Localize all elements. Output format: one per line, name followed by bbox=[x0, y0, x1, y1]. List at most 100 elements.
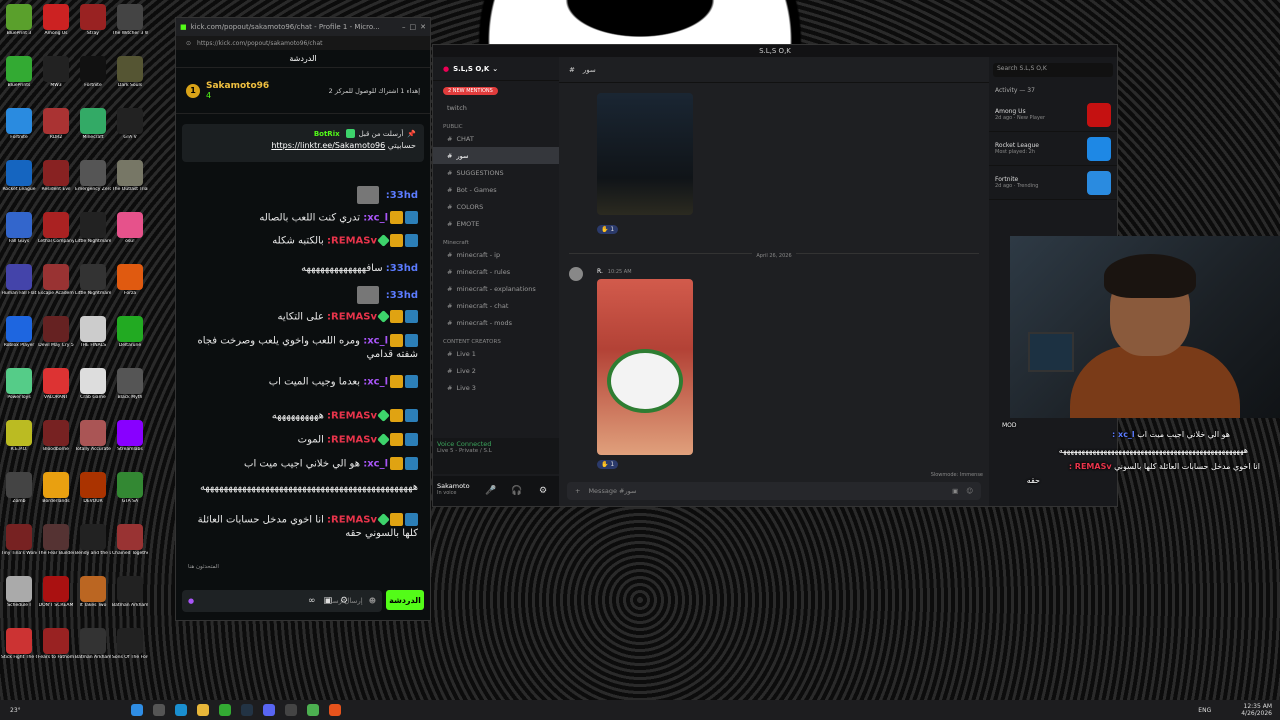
chat-username[interactable]: REMASv: bbox=[327, 312, 377, 323]
close-icon[interactable]: ✕ bbox=[420, 23, 426, 31]
channel-item[interactable]: # SUGGESTIONS bbox=[433, 164, 559, 181]
emoji-icon[interactable]: ☺ bbox=[966, 487, 973, 495]
chat-message[interactable]: هههههههههههههههههههههههههههههههههههههههه… bbox=[186, 481, 418, 494]
desktop-icon[interactable]: osu! bbox=[115, 212, 145, 244]
desktop-icon[interactable]: PowerToys bbox=[4, 368, 34, 400]
desktop-icon[interactable]: Rocket League bbox=[3, 160, 36, 192]
reaction-pill[interactable]: ✋ 1 bbox=[597, 225, 619, 234]
chat-message[interactable]: REMASv: على التكايه bbox=[186, 310, 418, 324]
chat-username[interactable]: xc_l: bbox=[363, 336, 388, 347]
category-creators[interactable]: CONTENT CREATORS bbox=[433, 331, 559, 345]
desktop-icon[interactable]: R.E.P.O. bbox=[4, 420, 34, 452]
channel-item[interactable]: # Live 3 bbox=[433, 379, 559, 396]
channel-item[interactable]: # COLORS bbox=[433, 198, 559, 215]
desktop-icon[interactable]: Streamlabs bbox=[115, 420, 145, 452]
activity-card[interactable]: Rocket League Most played: 2h bbox=[989, 132, 1117, 166]
desktop-icon[interactable]: The Outlast Trials bbox=[112, 160, 148, 192]
desktop-icon[interactable]: Human Fall Flat bbox=[2, 264, 36, 296]
channel-item[interactable]: # EMOTE bbox=[433, 215, 559, 232]
desktop-icon[interactable]: RDR2 bbox=[41, 108, 71, 140]
chat-username[interactable]: 33hd: bbox=[386, 290, 418, 301]
desktop-icon[interactable]: Batman Arkham Asylum bbox=[75, 628, 111, 660]
desktop-icon[interactable]: Zomb bbox=[4, 472, 34, 504]
desktop-icon[interactable]: Minecraft bbox=[78, 108, 108, 140]
desktop-icon[interactable]: Dark Souls bbox=[115, 56, 145, 88]
desktop-icon[interactable]: MW3 bbox=[41, 56, 71, 88]
desktop-icon[interactable]: GTA V bbox=[115, 108, 145, 140]
message-input[interactable]: + Message #سور ▣ ☺ bbox=[567, 482, 981, 500]
chat-message[interactable]: xc_l: ومره اللعب واخوي يلعب وصرخت فجاه ش… bbox=[186, 334, 418, 361]
desktop-icon[interactable]: Roblox Player bbox=[4, 316, 34, 348]
pin-link[interactable]: https://linktr.ee/Sakamoto96 bbox=[271, 141, 385, 150]
chat-message[interactable]: xc_l: بعدما وجيب الميت اب bbox=[186, 375, 418, 389]
clock-date[interactable]: 4/26/2026 bbox=[1241, 710, 1272, 717]
image-attachment-cake[interactable] bbox=[597, 279, 693, 455]
channel-item[interactable]: # CHAT bbox=[433, 130, 559, 147]
desktop-icon[interactable]: Emergency Zero bbox=[75, 160, 111, 192]
desktop-icon[interactable]: Fortnite bbox=[4, 108, 34, 140]
desktop-icon[interactable]: THE FINALS bbox=[78, 316, 108, 348]
chat-username[interactable]: 33hd: bbox=[386, 263, 418, 274]
desktop-icon[interactable]: Little Nightmares bbox=[75, 212, 111, 244]
image-attachment-palm[interactable] bbox=[597, 93, 693, 215]
chat-message[interactable]: 33hd: bbox=[186, 186, 418, 204]
desktop-icon[interactable]: Lethal Company bbox=[38, 212, 74, 244]
chat-username[interactable]: xc_l: bbox=[363, 377, 388, 388]
chat-message[interactable]: REMASv: الموت bbox=[186, 433, 418, 447]
infinity-icon[interactable]: ∞ bbox=[308, 596, 316, 606]
chat-username[interactable]: REMASv: bbox=[327, 435, 377, 446]
chat-message[interactable]: xc_l: تدري كنت اللعب بالصاله bbox=[186, 211, 418, 225]
chat-message[interactable]: xc_l: هو الي خلاني اجيب ميت اب bbox=[186, 457, 418, 471]
sub-goal-bar[interactable]: 1 Sakamoto96 4 إهداء 1 اشتراك للوصول للم… bbox=[176, 68, 430, 114]
desktop-icon[interactable]: Bendy and the Dark bbox=[75, 524, 111, 556]
desktop-icon[interactable]: Sons Of The Forest bbox=[112, 628, 148, 660]
channel-twitch[interactable]: twitch bbox=[433, 99, 559, 116]
channel-item[interactable]: # Live 2 bbox=[433, 362, 559, 379]
category-minecraft[interactable]: Minecraft bbox=[433, 232, 559, 246]
channel-item[interactable]: # minecraft - chat bbox=[433, 297, 559, 314]
desktop-icon[interactable]: Fortnite bbox=[78, 56, 108, 88]
settings-gear-icon[interactable]: ⚙ bbox=[340, 596, 348, 606]
minimize-icon[interactable]: – bbox=[402, 23, 406, 31]
desktop-icon[interactable]: Bloodborne bbox=[41, 420, 71, 452]
chat-username[interactable]: REMASv: bbox=[327, 411, 377, 422]
start-icon[interactable] bbox=[130, 704, 143, 716]
gift-icon[interactable]: ▣ bbox=[952, 487, 958, 495]
author-name[interactable]: R. bbox=[597, 268, 603, 275]
desktop-icon[interactable]: VALORANT bbox=[41, 368, 71, 400]
chat-username[interactable]: 33hd: bbox=[386, 190, 418, 201]
chat-username[interactable]: REMASv: bbox=[327, 236, 377, 247]
send-button[interactable]: الدردشة bbox=[386, 590, 424, 610]
activity-card[interactable]: Fortnite 2d ago · Trending bbox=[989, 166, 1117, 200]
server-header[interactable]: ● S.L,S O,K ⌄ bbox=[433, 57, 559, 81]
chat-message[interactable]: REMASv: ههههههههههه bbox=[186, 409, 418, 423]
maximize-icon[interactable]: □ bbox=[410, 23, 417, 31]
desktop-icon[interactable]: BluePrints bbox=[4, 56, 34, 88]
chat-message[interactable]: 33hd: سافهههههههههههههه bbox=[186, 262, 418, 275]
desktop-icon[interactable]: The Fear Builders bbox=[38, 524, 74, 556]
mic-icon[interactable]: 🎤 bbox=[485, 486, 496, 496]
desktop-icon[interactable]: Devil May Cry 5 bbox=[38, 316, 74, 348]
message-input[interactable]: ● إرسال رسالة ☻ bbox=[182, 590, 382, 612]
channel-item[interactable]: # Live 1 bbox=[433, 345, 559, 362]
address-bar[interactable]: ⊙ https://kick.com/popout/sakamoto96/cha… bbox=[176, 36, 430, 50]
chat-username[interactable]: xc_l: bbox=[363, 459, 388, 470]
voice-status[interactable]: Voice Connected bbox=[437, 440, 555, 448]
channel-item[interactable]: # سور bbox=[433, 147, 559, 164]
xbox-icon[interactable] bbox=[218, 704, 231, 716]
desktop-icon[interactable]: GTA SA bbox=[115, 472, 145, 504]
desktop-icon[interactable]: Deltarune bbox=[115, 316, 145, 348]
desktop-icon[interactable]: Escape Academy bbox=[38, 264, 74, 296]
desktop-icon[interactable]: Stick Fight The Game bbox=[1, 628, 37, 660]
desktop-icon[interactable]: Tiny Tina's Wonderlands bbox=[1, 524, 37, 556]
headphones-icon[interactable]: 🎧 bbox=[511, 486, 522, 496]
desktop-icon[interactable]: Batman Arkham bbox=[112, 576, 148, 608]
language-indicator[interactable]: ENG bbox=[1198, 707, 1211, 714]
folder-icon[interactable] bbox=[196, 704, 209, 716]
author-avatar[interactable] bbox=[569, 267, 583, 281]
mic-icon[interactable]: ● bbox=[188, 597, 194, 605]
discord-icon[interactable] bbox=[262, 704, 275, 716]
desktop-icon[interactable]: The Witcher 3 Wild Hunt bbox=[112, 4, 148, 36]
desktop-icon[interactable]: Fall Guys bbox=[4, 212, 34, 244]
search-input[interactable]: Search S.L,S O,K bbox=[993, 63, 1113, 77]
